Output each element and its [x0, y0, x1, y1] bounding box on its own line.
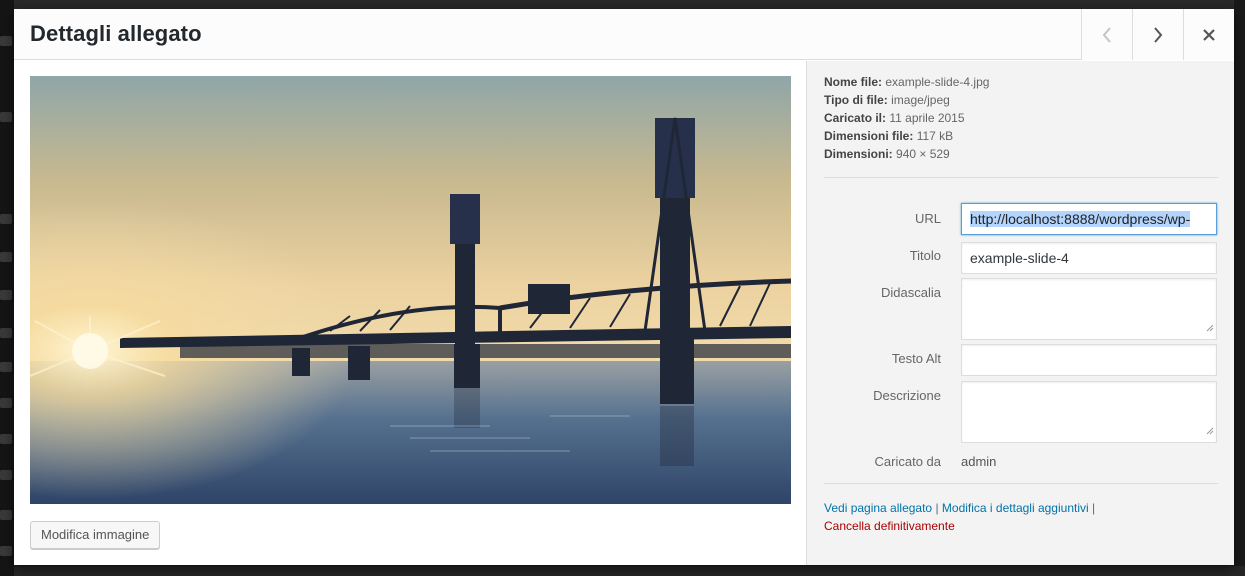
- edit-image-button[interactable]: Modifica immagine: [30, 521, 161, 549]
- divider: [824, 483, 1218, 484]
- attachment-media-view: Modifica immagine: [14, 61, 806, 565]
- delete-permanently-link[interactable]: Cancella definitivamente: [824, 519, 955, 533]
- caption-field[interactable]: [961, 278, 1217, 340]
- title-label: Titolo: [909, 248, 941, 263]
- modal-title: Dettagli allegato: [30, 21, 202, 46]
- attachment-image: [30, 76, 791, 504]
- title-field[interactable]: [961, 242, 1217, 274]
- resize-grip-icon[interactable]: [1206, 422, 1214, 440]
- caption-label: Didascalia: [881, 285, 941, 300]
- previous-attachment-button[interactable]: [1081, 9, 1132, 60]
- action-separator: |: [1092, 501, 1096, 515]
- url-field[interactable]: http://localhost:8888/wordpress/wp-: [961, 203, 1217, 235]
- next-attachment-button[interactable]: [1132, 9, 1183, 60]
- chevron-right-icon: [1152, 26, 1164, 43]
- admin-sidebar-strip: [0, 0, 14, 576]
- file-detail-uploaded-on: Caricato il: 11 aprile 2015: [824, 111, 965, 125]
- close-icon: [1203, 28, 1215, 41]
- url-value: http://localhost:8888/wordpress/wp-: [970, 211, 1191, 227]
- file-detail-filetype: Tipo di file: image/jpeg: [824, 93, 950, 107]
- uploaded-by-label: Caricato da: [874, 454, 941, 469]
- modal-header: Dettagli allegato: [14, 9, 1234, 60]
- attachment-actions: Vedi pagina allegato | Modifica i dettag…: [824, 499, 1224, 535]
- edit-more-details-link[interactable]: Modifica i dettagli aggiuntivi: [942, 501, 1089, 515]
- attachment-info-panel: Nome file: example-slide-4.jpg Tipo di f…: [806, 61, 1234, 565]
- admin-right-strip: [1234, 0, 1245, 576]
- file-details: Nome file: example-slide-4.jpg Tipo di f…: [824, 73, 989, 163]
- divider: [824, 177, 1218, 178]
- chevron-left-icon: [1101, 26, 1113, 43]
- close-modal-button[interactable]: [1183, 9, 1234, 60]
- resize-grip-icon[interactable]: [1206, 319, 1214, 337]
- attachment-details-modal: Dettagli allegato Modifica immagine Nome…: [14, 9, 1234, 565]
- file-detail-filesize: Dimensioni file: 117 kB: [824, 129, 954, 143]
- action-separator: |: [935, 501, 939, 515]
- file-detail-dimensions: Dimensioni: 940 × 529: [824, 147, 950, 161]
- alt-text-label: Testo Alt: [891, 351, 941, 366]
- description-field[interactable]: [961, 381, 1217, 443]
- alt-text-field[interactable]: [961, 344, 1217, 376]
- description-label: Descrizione: [873, 388, 941, 403]
- admin-bottom-strip: [14, 566, 1245, 576]
- uploaded-by-value: admin: [961, 454, 997, 469]
- url-label: URL: [914, 211, 941, 226]
- file-detail-filename: Nome file: example-slide-4.jpg: [824, 75, 990, 89]
- view-attachment-page-link[interactable]: Vedi pagina allegato: [824, 501, 932, 515]
